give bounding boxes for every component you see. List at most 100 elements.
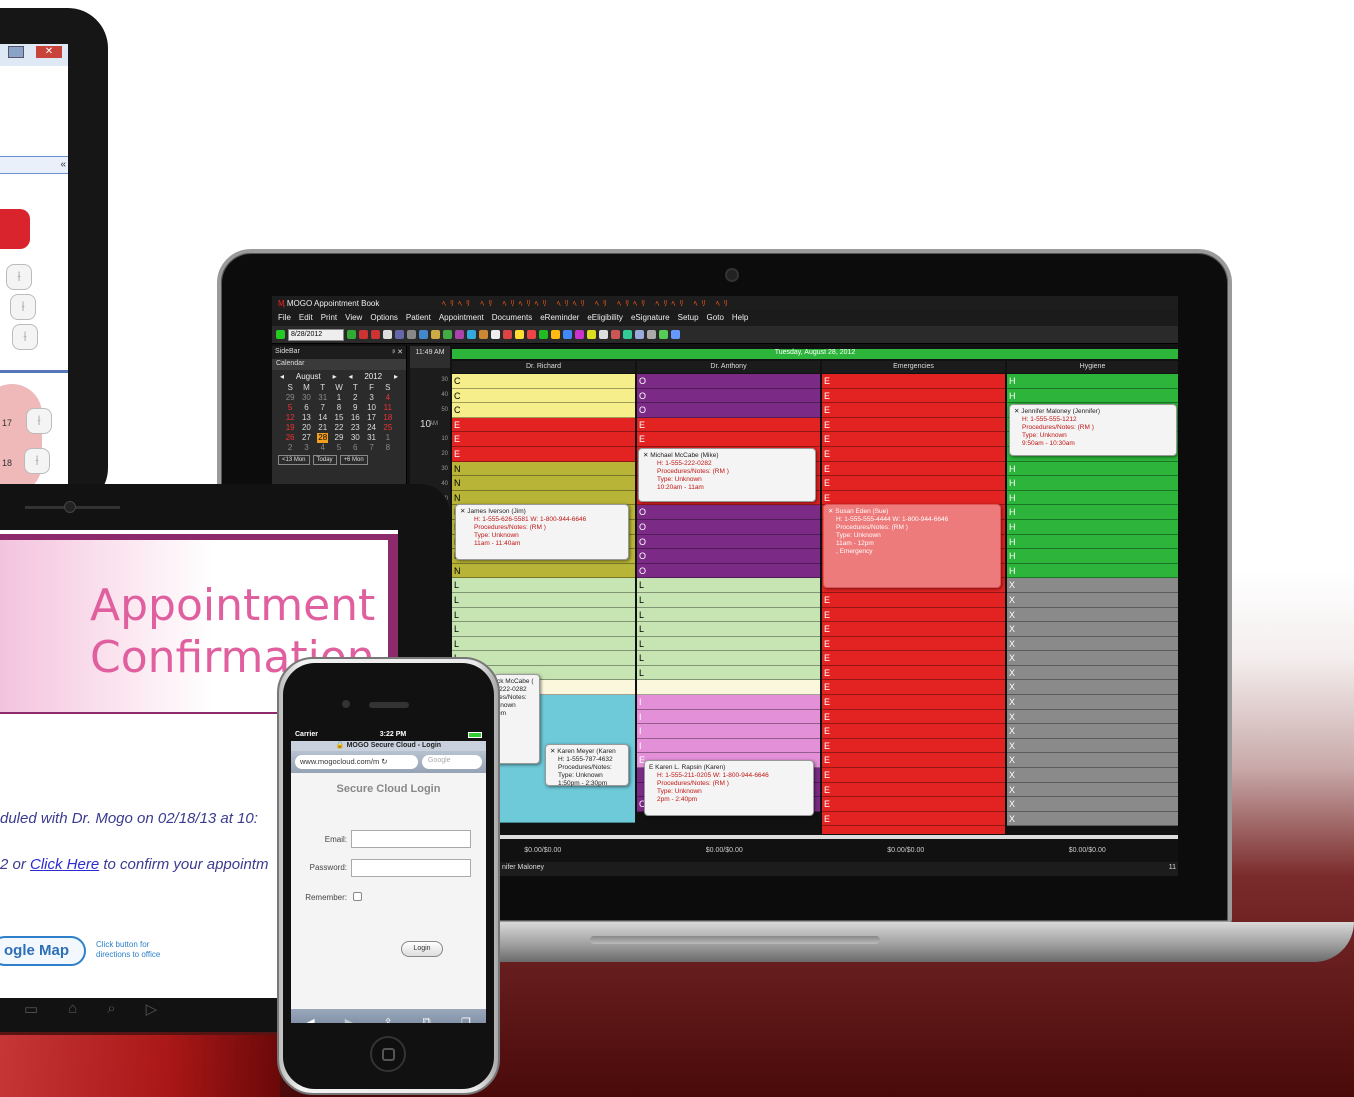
slot[interactable]: H [1007,549,1178,564]
slot[interactable]: E [822,753,1005,769]
reload-icon[interactable]: ↻ [381,757,387,766]
slot[interactable]: X [1007,709,1178,725]
calendar-day[interactable]: 5 [333,443,344,453]
toolbar-icon[interactable] [551,330,560,339]
calendar-day[interactable]: 12 [285,413,296,423]
calendar-day[interactable]: 4 [317,443,328,453]
home-button[interactable] [370,1036,406,1072]
toolbar-icon[interactable] [395,330,404,339]
home-icon[interactable]: ⌂ [68,1000,77,1024]
slot[interactable]: L [452,607,635,623]
toolbar-icon[interactable] [635,330,644,339]
calendar-day[interactable]: 14 [317,413,328,423]
calendar-day[interactable]: 9 [350,403,361,413]
slot[interactable]: H [1007,519,1178,535]
slot[interactable]: N [452,476,635,491]
slot[interactable]: E [452,432,635,447]
slot[interactable]: O [637,505,820,520]
slot[interactable]: L [637,636,820,652]
toolbar-icon[interactable] [407,330,416,339]
appointment-card-michael[interactable]: ✕ Michael McCabe (Mike) H: 1-555-222-028… [638,448,816,502]
calendar-day[interactable]: 11 [382,403,393,413]
appointment-card-susan[interactable]: ✕ Susan Eden (Sue) H: 1-555-555-4444 W: … [823,504,1001,588]
back-icon[interactable]: ◀ [306,1016,314,1024]
calendar-day[interactable]: 19 [285,423,296,433]
horizontal-scrollbar[interactable] [452,835,1178,839]
slot[interactable]: X [1007,724,1178,739]
calendar-day[interactable]: 27 [301,433,312,443]
calendar-day[interactable]: 8 [382,443,393,453]
calendar-day[interactable]: 7 [317,403,328,413]
slot[interactable]: E [822,446,1005,462]
calendar-day[interactable]: 24 [366,423,377,433]
calendar-day[interactable]: 21 [317,423,328,433]
slot[interactable]: O [637,563,820,579]
calendar-day[interactable]: 29 [285,393,296,403]
toolbar-icon[interactable] [647,330,656,339]
menu-appointment[interactable]: Appointment [439,313,484,323]
toolbar-icon[interactable] [359,330,368,339]
slot[interactable]: X [1007,695,1178,710]
slot[interactable]: C [452,388,635,404]
calendar-day[interactable]: 8 [333,403,344,413]
menu-esignature[interactable]: eSignature [631,313,670,323]
slot[interactable]: H [1007,505,1178,520]
calendar-day[interactable]: 22 [333,423,344,433]
toolbar-icon[interactable] [443,330,452,339]
schedule-column-emergencies[interactable]: E E E E E E E E E E E E E E E E E E E E … [822,374,1005,834]
calendar-day[interactable]: 13 [301,413,312,423]
remember-checkbox[interactable] [353,892,362,901]
calendar-day[interactable]: 6 [301,403,312,413]
slot[interactable]: L [637,607,820,623]
calendar-day[interactable]: 31 [317,393,328,403]
slot[interactable]: L [637,578,820,593]
slot[interactable]: E [822,768,1005,783]
today-button[interactable]: Today [312,455,337,465]
calendar-day[interactable]: 31 [366,433,377,443]
slot[interactable]: E [822,811,1005,827]
slot[interactable]: E [822,709,1005,725]
calendar-day[interactable]: 1 [382,433,393,443]
calendar-day[interactable]: 30 [301,393,312,403]
calendar-day[interactable]: 10 [366,403,377,413]
slot[interactable]: X [1007,578,1178,593]
slot[interactable]: X [1007,811,1178,827]
toolbar-icon[interactable] [671,330,680,339]
search-field[interactable]: Google [422,755,482,769]
forward-icon[interactable]: ▶ [345,1016,353,1024]
menu-documents[interactable]: Documents [492,313,532,323]
slot[interactable]: E [452,417,635,433]
slot[interactable]: X [1007,665,1178,681]
toolbar-icon[interactable] [479,330,488,339]
slot[interactable]: E [822,724,1005,739]
login-button[interactable]: Login [401,941,443,957]
toolbar-icon[interactable] [503,330,512,339]
slot[interactable]: L [452,578,635,593]
slot[interactable]: X [1007,753,1178,769]
slot[interactable]: H [1007,461,1178,477]
password-field[interactable] [351,859,471,877]
menu-goto[interactable]: Goto [707,313,724,323]
calendar-day[interactable]: 18 [382,413,393,423]
menu-print[interactable]: Print [321,313,337,323]
slot[interactable]: O [637,519,820,535]
slot[interactable]: O [637,403,820,418]
slot[interactable]: E [637,432,820,447]
menu-view[interactable]: View [345,313,362,323]
slot[interactable]: L [637,651,820,666]
slot[interactable]: I [637,709,820,725]
calendar-day[interactable]: 5 [285,403,296,413]
slot[interactable]: E [822,388,1005,404]
delete-icon[interactable] [383,330,392,339]
calendar-day-selected[interactable]: 28 [317,433,329,443]
calendar-day[interactable]: 1 [333,393,344,403]
slot[interactable]: E [822,403,1005,418]
toolbar-icon[interactable] [575,330,584,339]
slot[interactable]: L [452,636,635,652]
date-picker[interactable]: 8/28/2012 [288,328,344,341]
slot[interactable]: H [1007,476,1178,491]
slot[interactable]: O [637,374,820,389]
slot[interactable]: E [822,651,1005,666]
slot[interactable]: L [637,665,820,681]
slot[interactable]: E [822,680,1005,696]
